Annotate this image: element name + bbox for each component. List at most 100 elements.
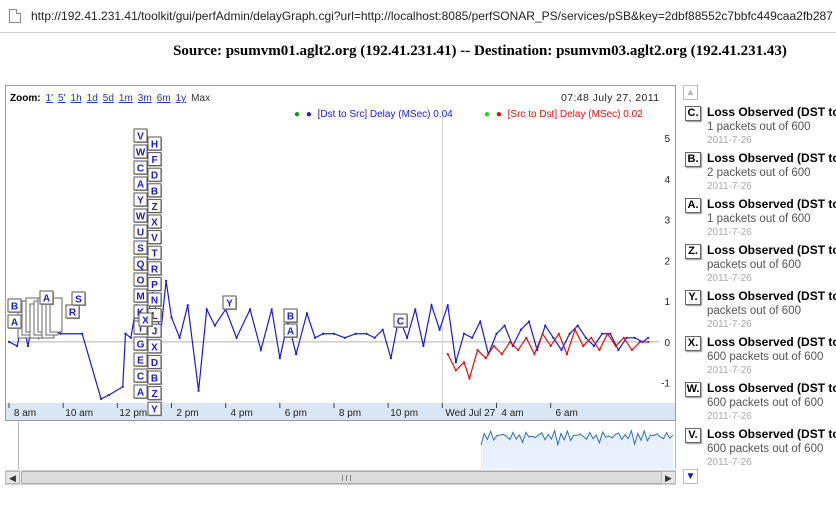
annotation-flag[interactable]: G <box>133 336 148 351</box>
annotation-date: 2011-7-26 <box>707 319 752 330</box>
horizontal-scrollbar[interactable]: ◀ ▶ <box>5 470 676 485</box>
annotation-flag[interactable]: A <box>7 314 22 329</box>
scroll-left-arrow-icon[interactable]: ◀ <box>5 471 20 484</box>
flag-letter: C <box>397 317 404 328</box>
annotation-flag[interactable]: Y <box>147 401 162 417</box>
zoom-option-2[interactable]: 1h <box>71 93 82 104</box>
zoom-option-8[interactable]: 1y <box>176 93 187 104</box>
annotation-flag[interactable]: B <box>147 370 162 385</box>
zoom-option-6[interactable]: 3m <box>138 93 152 104</box>
flag-letter: A <box>287 327 294 338</box>
series-1-point <box>476 348 479 352</box>
annotation-flag[interactable]: P <box>147 276 162 292</box>
flag-letter: Z <box>151 202 157 213</box>
annotation-flag[interactable]: W <box>133 208 148 223</box>
annotation-item[interactable]: A. Loss Observed (DST to 1 packets out of … <box>685 196 836 242</box>
flag-letter: A <box>43 294 50 305</box>
series-0-point <box>560 348 563 352</box>
annotation-flag[interactable]: M <box>133 288 148 303</box>
annotation-flag[interactable]: F <box>147 152 162 167</box>
series-1-point <box>606 332 609 335</box>
annotation-flag[interactable]: C <box>393 313 408 328</box>
flag-letter: R <box>151 264 159 275</box>
address-bar[interactable]: http://192.41.231.41/toolkit/gui/perfAdm… <box>0 0 836 33</box>
overview-chart[interactable] <box>19 421 675 469</box>
annotation-flag[interactable]: B <box>283 308 298 323</box>
annotation-flag[interactable]: C <box>133 160 148 175</box>
zoom-option-3[interactable]: 1d <box>87 93 98 104</box>
series-1-point <box>573 328 577 331</box>
annotation-flag[interactable]: N <box>147 292 162 307</box>
annotation-flag[interactable]: V <box>133 128 148 143</box>
annotation-flag[interactable]: R <box>65 304 80 319</box>
annotation-flag[interactable]: S <box>133 240 148 255</box>
delay-chart-canvas[interactable]: 5 4 3 2 1 0 -1 8 am 10 am 12 pm 2 pm 4 pm 6 pm 8 pm 10… <box>6 86 676 421</box>
annotation-flag[interactable]: X <box>147 339 162 354</box>
annotation-flag[interactable]: B <box>147 183 162 198</box>
annotation-item[interactable]: W. Loss Observed (DST to 600 packets out o… <box>685 380 836 426</box>
zoom-option-4[interactable]: 5d <box>103 93 114 104</box>
annotation-flag[interactable]: C <box>133 368 148 383</box>
series-1-point <box>630 348 634 352</box>
scroll-up-arrow-icon[interactable]: ▲ <box>683 85 698 100</box>
annotation-item[interactable]: X. Loss Observed (DST to 600 packets out o… <box>685 334 836 380</box>
zoom-option-1[interactable]: 5' <box>58 93 65 104</box>
annotation-item[interactable]: B. Loss Observed (DST to 2 packets out of … <box>685 150 836 196</box>
annotation-flag[interactable]: U <box>133 224 148 239</box>
annotation-item[interactable]: C. Loss Observed (DST to 1 packets out of … <box>685 104 836 150</box>
annotation-title: Loss Observed (DST to <box>707 381 836 395</box>
zoom-option-7[interactable]: 6m <box>157 93 171 104</box>
series-0-point <box>186 304 189 307</box>
annotation-flag[interactable]: E <box>133 352 148 367</box>
annotation-flag[interactable]: Y <box>222 295 237 310</box>
flag-letter: R <box>69 308 77 319</box>
series-1-point <box>533 353 536 356</box>
annotation-flag[interactable]: A <box>133 384 148 399</box>
annotation-flag[interactable]: S <box>71 291 86 306</box>
annotation-flag[interactable]: V <box>147 230 162 245</box>
series-0-point <box>313 336 317 339</box>
annotation-flag[interactable]: A <box>283 323 298 338</box>
annotation-item[interactable]: V. Loss Observed (DST to 600 packets out o… <box>685 426 836 466</box>
annotation-flag[interactable]: X <box>138 312 153 327</box>
annotation-flag[interactable]: Z <box>147 386 162 401</box>
series-bullet-icon: ● <box>495 109 502 120</box>
annotation-flag[interactable]: A <box>39 290 54 305</box>
scroll-thumb[interactable] <box>21 471 669 484</box>
annotation-flag[interactable]: R <box>147 261 162 276</box>
scroll-down-arrow-icon[interactable]: ▼ <box>683 469 698 484</box>
annotation-item[interactable]: Z. Loss Observed (DST to packets out of 60… <box>685 242 836 288</box>
series-1-point <box>590 336 593 339</box>
series-1-point <box>622 336 625 339</box>
legend-dot-icon: ● <box>484 109 491 120</box>
flag-letter: Z <box>151 389 157 400</box>
annotation-flag[interactable]: A <box>133 176 148 191</box>
annotation-flag[interactable]: Q <box>133 256 148 271</box>
legend-dst-to-src[interactable]: ● ● [Dst to Src] Delay (MSec) 0.04 <box>294 109 453 120</box>
scroll-right-arrow-icon[interactable]: ▶ <box>661 471 676 484</box>
annotation-flag[interactable]: O <box>133 272 148 287</box>
annotation-flag[interactable]: D <box>147 354 162 370</box>
legend-src-to-dst[interactable]: ● ● [Src to Dst] Delay (MSec) 0.02 <box>484 109 643 120</box>
page-icon <box>9 9 21 23</box>
annotation-flag[interactable]: Y <box>133 192 148 207</box>
annotation-flag[interactable]: H <box>147 136 162 151</box>
series-0-point <box>322 332 325 335</box>
annotation-item[interactable]: Y. Loss Observed (DST to packets out of 60… <box>685 288 836 334</box>
overview-timeline[interactable] <box>18 421 676 469</box>
zoom-option-5[interactable]: 1m <box>119 93 133 104</box>
url-text[interactable]: http://192.41.231.41/toolkit/gui/perfAdm… <box>31 9 833 23</box>
series-0-point <box>248 308 252 311</box>
annotation-flag[interactable]: W <box>133 144 148 159</box>
annotation-flag[interactable]: D <box>147 167 162 183</box>
annotation-letter: Z. <box>685 244 701 259</box>
annotation-flag[interactable]: T <box>147 245 162 261</box>
zoom-max[interactable]: Max <box>191 93 210 104</box>
series-0-point <box>389 357 392 360</box>
annotation-flag[interactable]: B <box>7 298 22 313</box>
zoom-option-0[interactable]: 1' <box>46 93 53 104</box>
annotation-flag[interactable]: X <box>147 214 162 229</box>
series-0-point <box>633 336 636 339</box>
delay-graph[interactable]: 5 4 3 2 1 0 -1 8 am 10 am 12 pm 2 pm 4 pm 6 pm 8 pm 10… <box>5 85 676 421</box>
annotation-flag[interactable]: Z <box>147 198 162 214</box>
